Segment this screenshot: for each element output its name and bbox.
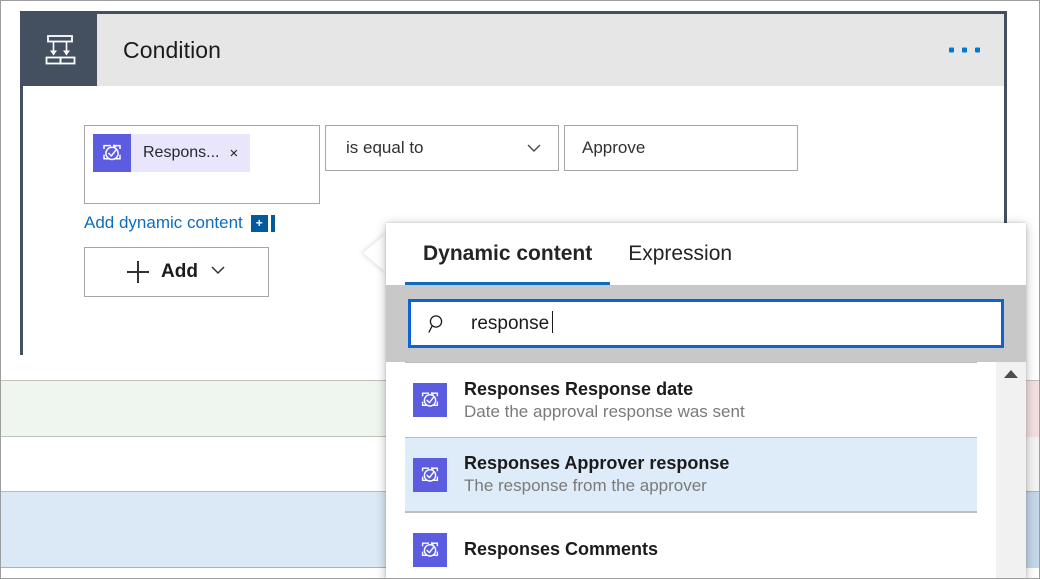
list-item-title: Responses Response date <box>464 379 745 400</box>
condition-value-text: Approve <box>565 138 645 158</box>
add-dynamic-content-link[interactable]: Add dynamic content + <box>84 213 275 233</box>
ellipsis-dot <box>975 48 980 53</box>
list-item[interactable]: Responses Response date Date the approva… <box>405 362 977 437</box>
search-input-value: response <box>471 313 549 335</box>
card-more-menu-button[interactable] <box>943 40 986 61</box>
list-item[interactable]: Responses Comments <box>405 512 977 579</box>
chevron-down-icon <box>526 140 542 156</box>
operator-selected-value: is equal to <box>326 138 424 158</box>
search-input[interactable]: response <box>408 299 1004 348</box>
list-item-description: The response from the approver <box>464 476 729 496</box>
condition-operator-dropdown[interactable]: is equal to <box>325 125 559 171</box>
dynamic-content-list-area: Responses Response date Date the approva… <box>386 362 1026 579</box>
plus-icon <box>127 261 149 283</box>
approvals-icon <box>413 533 447 567</box>
scroll-up-arrow-icon[interactable] <box>1004 370 1018 378</box>
add-button-label: Add <box>161 261 198 283</box>
tab-expression[interactable]: Expression <box>610 223 750 285</box>
condition-card-header: Condition <box>23 14 1004 86</box>
badge-caret <box>271 215 275 232</box>
tab-dynamic-content-label: Dynamic content <box>423 242 592 266</box>
ellipsis-dot <box>949 48 954 53</box>
list-item-description: Date the approval response was sent <box>464 402 745 422</box>
callout-beak <box>363 233 387 273</box>
tab-dynamic-content[interactable]: Dynamic content <box>405 223 610 285</box>
dynamic-content-list: Responses Response date Date the approva… <box>386 362 996 579</box>
approvals-icon <box>93 134 131 172</box>
add-dynamic-content-label: Add dynamic content <box>84 213 243 233</box>
dynamic-content-token[interactable]: Respons... × <box>93 134 250 172</box>
plus-badge-icon[interactable]: + <box>251 215 268 232</box>
list-item[interactable]: Responses Approver response The response… <box>405 437 977 512</box>
approvals-icon <box>413 458 447 492</box>
list-item-texts: Responses Comments <box>464 539 658 562</box>
list-item-texts: Responses Response date Date the approva… <box>464 379 745 421</box>
list-item-title: Responses Comments <box>464 539 658 560</box>
add-button[interactable]: Add <box>84 247 269 297</box>
tab-expression-label: Expression <box>628 242 732 266</box>
condition-row: Respons... × is equal to Approve <box>84 125 798 204</box>
close-icon[interactable]: × <box>229 146 250 161</box>
list-item-title: Responses Approver response <box>464 453 729 474</box>
search-icon <box>427 313 449 335</box>
condition-right-operand-field[interactable]: Approve <box>564 125 798 171</box>
list-scrollbar[interactable] <box>996 362 1026 579</box>
chevron-down-icon[interactable] <box>210 262 226 283</box>
dynamic-content-callout: Dynamic content Expression response <box>386 223 1026 579</box>
condition-branch-icon <box>23 14 97 86</box>
list-item-texts: Responses Approver response The response… <box>464 453 729 495</box>
search-band: response <box>386 285 1026 362</box>
app-screen: Condition <box>0 0 1040 579</box>
token-label: Respons... <box>131 144 229 162</box>
callout-tabs: Dynamic content Expression <box>386 223 1026 285</box>
condition-left-operand-field[interactable]: Respons... × <box>84 125 320 204</box>
page-title: Condition <box>123 37 221 64</box>
ellipsis-dot <box>962 48 967 53</box>
approvals-icon <box>413 383 447 417</box>
